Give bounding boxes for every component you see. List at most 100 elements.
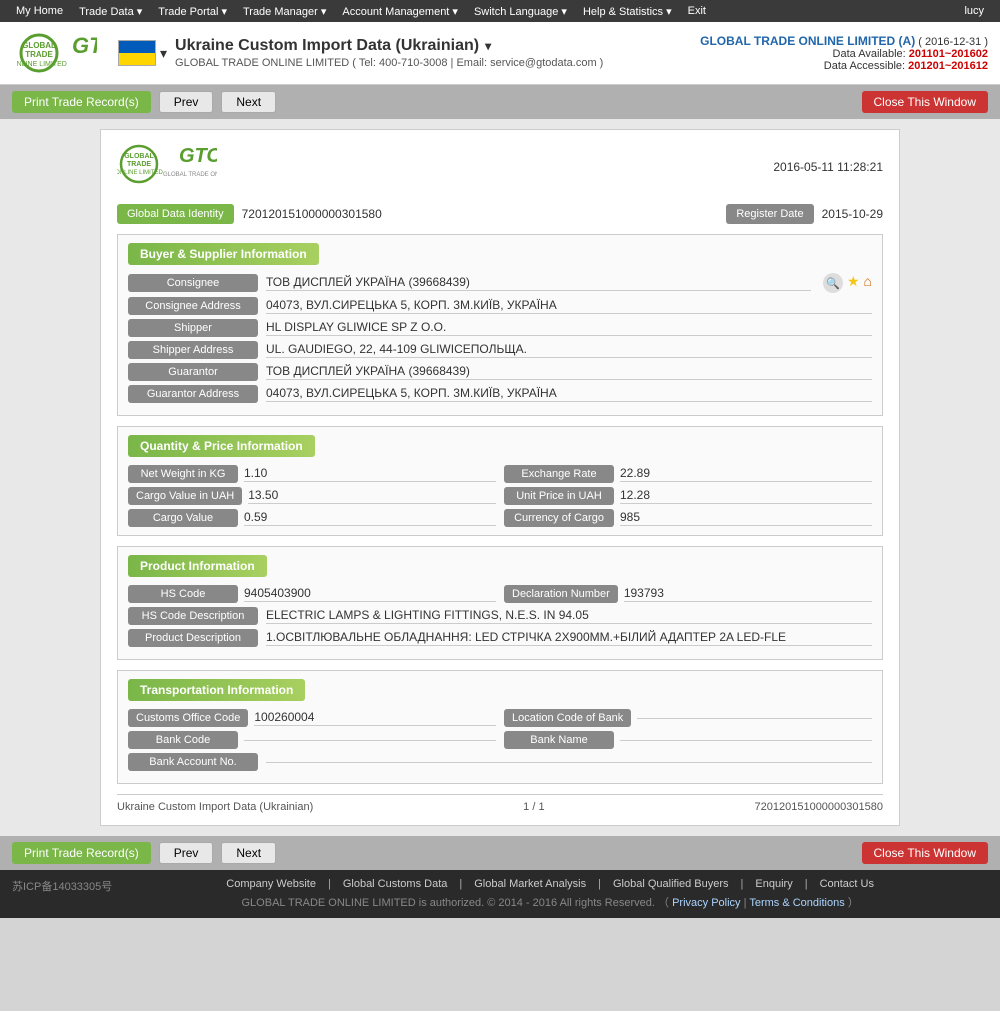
company-contact: GLOBAL TRADE ONLINE LIMITED ( Tel: 400-7… (175, 57, 700, 69)
main-content: GLOBAL TRADE ONLINE LIMITED GTO GLOBAL T… (0, 119, 1000, 836)
product-desc-row: Product Description 1.ОСВІТЛЮВАЛЬНЕ ОБЛА… (128, 629, 872, 647)
product-desc-label: Product Description (128, 629, 258, 647)
ukraine-flag (118, 40, 156, 66)
print-button-bottom[interactable]: Print Trade Record(s) (12, 842, 151, 864)
svg-text:GLOBAL: GLOBAL (22, 41, 56, 50)
close-button-top[interactable]: Close This Window (862, 91, 988, 113)
star-icon[interactable]: ★ (847, 273, 860, 293)
data-available-value[interactable]: 201101~201602 (909, 48, 988, 60)
location-code-col: Location Code of Bank (504, 709, 872, 727)
hs-code-label: HS Code (128, 585, 238, 603)
print-button-top[interactable]: Print Trade Record(s) (12, 91, 151, 113)
customs-office-label: Customs Office Code (128, 709, 248, 727)
product-section: Product Information HS Code 9405403900 D… (117, 546, 883, 660)
svg-text:GLOBAL: GLOBAL (124, 153, 154, 160)
declaration-number-label: Declaration Number (504, 585, 618, 603)
hs-code-desc-value: ELECTRIC LAMPS & LIGHTING FITTINGS, N.E.… (266, 608, 872, 624)
product-row-1: HS Code 9405403900 Declaration Number 19… (128, 585, 872, 603)
prev-button-top[interactable]: Prev (159, 91, 214, 113)
consignee-address-value: 04073, ВУЛ.СИРЕЦЬКА 5, КОРП. 3М.КИЇВ, УК… (266, 298, 872, 314)
prev-button-bottom[interactable]: Prev (159, 842, 214, 864)
record-footer: Ukraine Custom Import Data (Ukrainian) 1… (117, 794, 883, 813)
search-icon[interactable]: 🔍 (823, 273, 843, 293)
next-button-bottom[interactable]: Next (221, 842, 276, 864)
guarantor-value: ТОВ ДИСПЛЕЙ УКРАЇНА (39668439) (266, 364, 872, 380)
footer-link-market[interactable]: Global Market Analysis (474, 878, 586, 890)
buyer-supplier-header: Buyer & Supplier Information (128, 243, 319, 265)
record-card: GLOBAL TRADE ONLINE LIMITED GTO GLOBAL T… (100, 129, 900, 826)
data-accessible-row: Data Accessible: 201201~201612 (700, 60, 988, 72)
location-code-value (637, 717, 872, 719)
hs-code-desc-row: HS Code Description ELECTRIC LAMPS & LIG… (128, 607, 872, 625)
field-row-consignee-address: Consignee Address 04073, ВУЛ.СИРЕЦЬКА 5,… (128, 297, 872, 315)
icp-number: 苏ICP备14033305号 (12, 878, 112, 894)
buyer-supplier-section: Buyer & Supplier Information Consignee Т… (117, 234, 883, 416)
transportation-header: Transportation Information (128, 679, 305, 701)
date-bracket: ( 2016-12-31 ) (918, 36, 988, 48)
hs-code-desc-label: HS Code Description (128, 607, 258, 625)
footer-right-id: 720120151000000301580 (755, 801, 883, 813)
field-row-shipper: Shipper HL DISPLAY GLIWICE SP Z O.O. (128, 319, 872, 337)
register-date-value: 2015-10-29 (822, 207, 883, 221)
nav-account-management[interactable]: Account Management ▾ (334, 3, 466, 20)
next-button-top[interactable]: Next (221, 91, 276, 113)
close-button-bottom[interactable]: Close This Window (862, 842, 988, 864)
transportation-section: Transportation Information Customs Offic… (117, 670, 883, 784)
footer-center-pagination: 1 / 1 (523, 801, 544, 813)
toolbar-bottom: Print Trade Record(s) Prev Next Close Th… (0, 836, 1000, 870)
nav-trade-manager[interactable]: Trade Manager ▾ (235, 3, 334, 20)
shipper-address-label: Shipper Address (128, 341, 258, 359)
currency-cargo-label: Currency of Cargo (504, 509, 614, 527)
exchange-rate-label: Exchange Rate (504, 465, 614, 483)
flag-dropdown[interactable]: ▾ (160, 45, 167, 62)
consignee-label: Consignee (128, 274, 258, 292)
footer-link-buyers[interactable]: Global Qualified Buyers (613, 878, 729, 890)
nav-my-home[interactable]: My Home (8, 3, 71, 19)
home-icon[interactable]: ⌂ (864, 273, 872, 293)
cargo-value-value: 0.59 (244, 510, 496, 526)
footer-left: Ukraine Custom Import Data (Ukrainian) (117, 801, 313, 813)
qty-row-2: Cargo Value in UAH 13.50 Unit Price in U… (128, 487, 872, 505)
footer-terms-link[interactable]: Terms & Conditions (749, 897, 844, 909)
nav-exit[interactable]: Exit (680, 3, 714, 19)
nav-trade-data[interactable]: Trade Data ▾ (71, 3, 150, 20)
bank-name-label: Bank Name (504, 731, 614, 749)
svg-text:ONLINE LIMITED: ONLINE LIMITED (17, 61, 67, 68)
declaration-col: Declaration Number 193793 (504, 585, 872, 603)
currency-cargo-value: 985 (620, 510, 872, 526)
field-row-shipper-address: Shipper Address UL. GAUDIEGO, 22, 44-109… (128, 341, 872, 359)
shipper-value: HL DISPLAY GLIWICE SP Z O.O. (266, 320, 872, 336)
footer-privacy-link[interactable]: Privacy Policy (672, 897, 740, 909)
register-date-label: Register Date (726, 204, 813, 224)
svg-text:GTO: GTO (179, 145, 217, 167)
shipper-address-value: UL. GAUDIEGO, 22, 44-109 GLIWICEПОЛЬЩА. (266, 342, 872, 358)
gdi-label: Global Data Identity (117, 204, 234, 224)
nav-help-statistics[interactable]: Help & Statistics ▾ (575, 3, 680, 20)
guarantor-address-label: Guarantor Address (128, 385, 258, 403)
account-company: GLOBAL TRADE ONLINE LIMITED (A) (700, 34, 915, 48)
nav-switch-language[interactable]: Switch Language ▾ (466, 3, 575, 20)
qty-right-2: Unit Price in UAH 12.28 (504, 487, 872, 505)
page-title: Ukraine Custom Import Data (Ukrainian) ▾ (175, 37, 700, 55)
cargo-value-uah-value: 13.50 (248, 488, 496, 504)
qty-left-2: Cargo Value in UAH 13.50 (128, 487, 496, 505)
shipper-label: Shipper (128, 319, 258, 337)
svg-text:ONLINE LIMITED: ONLINE LIMITED (117, 170, 163, 176)
footer-link-contact[interactable]: Contact Us (820, 878, 874, 890)
footer-link-enquiry[interactable]: Enquiry (755, 878, 792, 890)
field-row-consignee: Consignee ТОВ ДИСПЛЕЙ УКРАЇНА (39668439)… (128, 273, 872, 293)
qty-left-1: Net Weight in KG 1.10 (128, 465, 496, 483)
footer-link-company[interactable]: Company Website (226, 878, 316, 890)
record-logo: GLOBAL TRADE ONLINE LIMITED GTO GLOBAL T… (117, 142, 217, 192)
footer-link-customs[interactable]: Global Customs Data (343, 878, 448, 890)
net-weight-label: Net Weight in KG (128, 465, 238, 483)
exchange-rate-value: 22.89 (620, 466, 872, 482)
title-dropdown-icon[interactable]: ▾ (485, 39, 491, 53)
company-info: GLOBAL TRADE ONLINE LIMITED (A) ( 2016-1… (700, 34, 988, 72)
qty-right-3: Currency of Cargo 985 (504, 509, 872, 527)
transport-row-1: Customs Office Code 100260004 Location C… (128, 709, 872, 727)
bank-code-col: Bank Code (128, 731, 496, 749)
nav-trade-portal[interactable]: Trade Portal ▾ (150, 3, 235, 20)
data-accessible-value[interactable]: 201201~201612 (908, 60, 988, 72)
qty-right-1: Exchange Rate 22.89 (504, 465, 872, 483)
